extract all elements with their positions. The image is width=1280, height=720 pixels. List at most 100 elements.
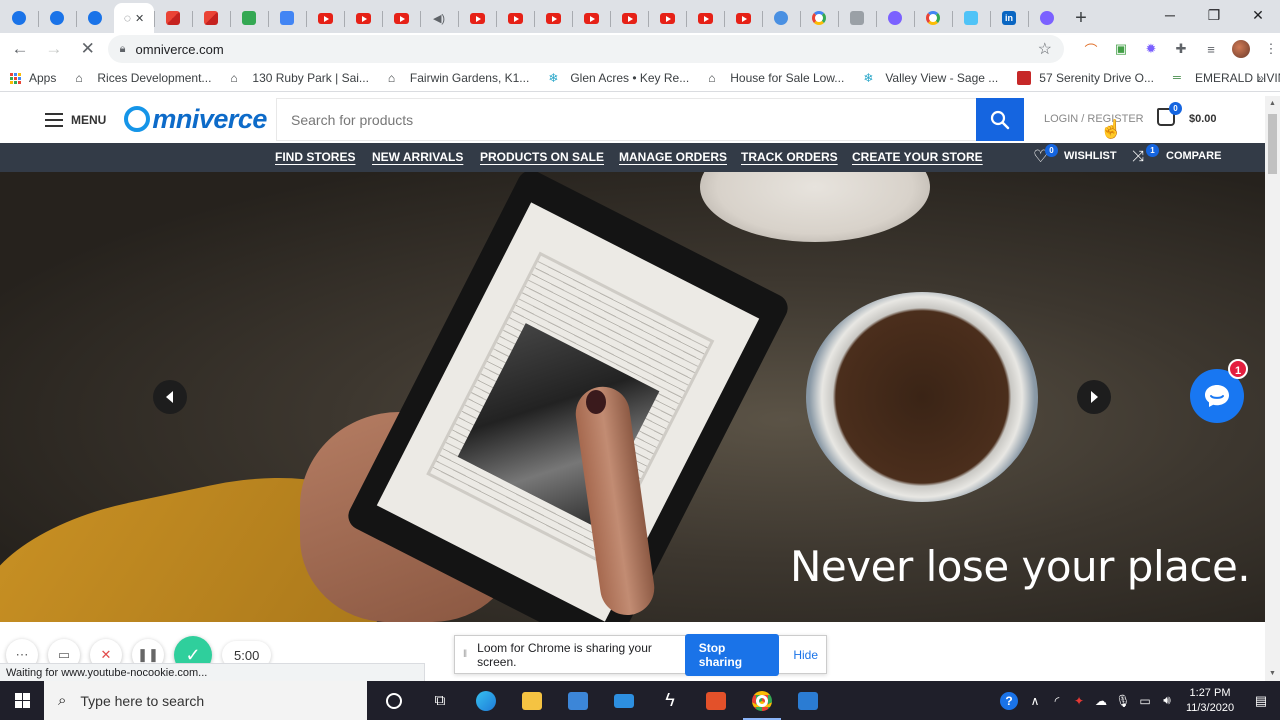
scroll-thumb[interactable] xyxy=(1268,114,1277,174)
lightning-app-button[interactable]: ϟ xyxy=(647,681,693,720)
file-explorer-button[interactable] xyxy=(509,681,555,720)
notifications-icon[interactable]: ▤ xyxy=(1242,681,1280,720)
tab[interactable] xyxy=(762,3,800,33)
tab[interactable] xyxy=(306,3,344,33)
system-clock[interactable]: 1:27 PM 11/3/2020 xyxy=(1178,686,1242,716)
bookmark-apps[interactable]: Apps xyxy=(10,71,56,85)
bookmark-item[interactable]: ⌂ Rices Development... xyxy=(75,71,211,85)
tab[interactable] xyxy=(154,3,192,33)
extension-gear-icon[interactable]: ✹ xyxy=(1142,40,1160,58)
nav-track-orders[interactable]: TRACK ORDERS xyxy=(741,150,838,164)
cart-total[interactable]: $0.00 xyxy=(1189,113,1217,125)
nav-create-your-store[interactable]: CREATE YOUR STORE xyxy=(852,150,983,164)
scroll-up-arrow-icon[interactable]: ▲ xyxy=(1269,100,1276,107)
minimize-button[interactable]: ─ xyxy=(1148,0,1192,30)
office-button[interactable] xyxy=(693,681,739,720)
search-input[interactable] xyxy=(276,98,976,141)
store-button[interactable] xyxy=(555,681,601,720)
compare-shuffle-icon[interactable]: ⤨ 1 xyxy=(1132,144,1159,165)
tab[interactable] xyxy=(800,3,838,33)
tab[interactable] xyxy=(192,3,230,33)
scroll-down-arrow-icon[interactable]: ▼ xyxy=(1269,670,1276,677)
cortana-button[interactable] xyxy=(371,681,417,720)
address-bar[interactable]: 🔒︎ omniverce.com ☆ xyxy=(107,35,1064,63)
close-tab-icon[interactable]: ✕ xyxy=(135,12,144,25)
wifi-icon[interactable]: ◜ xyxy=(1046,681,1068,720)
menu-button[interactable]: MENU xyxy=(45,112,106,127)
tab[interactable] xyxy=(648,3,686,33)
bookmark-item[interactable]: ⌂ House for Sale Low... xyxy=(708,71,844,85)
bookmark-star-icon[interactable]: ☆ xyxy=(1038,39,1052,59)
lock-icon[interactable]: 🔒︎ xyxy=(120,43,126,56)
tab[interactable] xyxy=(952,3,990,33)
tab[interactable]: in xyxy=(990,3,1028,33)
tray-app-icon[interactable]: ✦ xyxy=(1068,681,1090,720)
nav-find-stores[interactable]: FIND STORES xyxy=(275,150,355,164)
reading-list-icon[interactable]: ≡ xyxy=(1202,40,1220,58)
login-register-link[interactable]: LOGIN / REGISTER xyxy=(1044,113,1144,125)
battery-icon[interactable]: ▭ xyxy=(1134,681,1156,720)
cloud-icon[interactable]: ☁ xyxy=(1090,681,1112,720)
bookmark-item[interactable]: ❄ Glen Acres • Key Re... xyxy=(548,71,689,85)
edge-button[interactable] xyxy=(463,681,509,720)
tab[interactable] xyxy=(914,3,952,33)
tab[interactable] xyxy=(838,3,876,33)
hide-button[interactable]: Hide xyxy=(793,648,818,662)
tab[interactable] xyxy=(38,3,76,33)
tab[interactable] xyxy=(76,3,114,33)
tab[interactable] xyxy=(610,3,648,33)
slider-next-button[interactable] xyxy=(1077,380,1111,414)
tab-active[interactable]: ◌ ✕ xyxy=(114,3,154,33)
chrome-menu-icon[interactable]: ⋮ xyxy=(1262,40,1280,58)
tab[interactable] xyxy=(382,3,420,33)
network-app-icon[interactable]: ∧ xyxy=(1024,681,1046,720)
start-button[interactable] xyxy=(0,681,44,720)
chrome-button[interactable] xyxy=(739,681,785,720)
cart-icon[interactable]: 0 xyxy=(1157,102,1182,126)
bookmark-item[interactable]: 57 Serenity Drive O... xyxy=(1017,71,1154,85)
tab[interactable]: ◀) xyxy=(420,3,458,33)
volume-icon[interactable]: 🔊︎ xyxy=(1156,681,1178,720)
bookmark-item[interactable]: ❄ Valley View - Sage ... xyxy=(863,71,998,85)
task-view-button[interactable]: ⧉ xyxy=(417,681,463,720)
slider-prev-button[interactable] xyxy=(153,380,187,414)
hero-slider[interactable]: Never lose your place. 1 xyxy=(0,172,1265,622)
taskbar-search[interactable]: ⌕ Type here to search xyxy=(44,681,367,720)
nav-manage-orders[interactable]: MANAGE ORDERS xyxy=(619,150,727,164)
tab[interactable] xyxy=(230,3,268,33)
tab[interactable] xyxy=(458,3,496,33)
tab[interactable] xyxy=(496,3,534,33)
drag-handle-icon[interactable]: ‖ xyxy=(463,649,467,660)
profile-avatar[interactable] xyxy=(1232,40,1250,58)
more-bookmarks-icon[interactable]: » xyxy=(1257,71,1264,85)
mail-button[interactable] xyxy=(601,681,647,720)
word-button[interactable] xyxy=(785,681,831,720)
back-button[interactable]: ← xyxy=(6,35,34,63)
microphone-icon[interactable]: 🎙︎ xyxy=(1112,681,1134,720)
nav-products-on-sale[interactable]: PRODUCTS ON SALE xyxy=(480,150,604,164)
stop-sharing-button[interactable]: Stop sharing xyxy=(684,633,780,676)
tab[interactable] xyxy=(0,3,38,33)
wishlist-heart-icon[interactable]: ♡ 0 xyxy=(1033,144,1058,165)
help-icon[interactable]: ? xyxy=(994,681,1024,720)
close-window-button[interactable]: ✕ xyxy=(1236,0,1280,30)
extension-rainbow-icon[interactable]: ⌒ xyxy=(1082,40,1100,58)
search-button[interactable] xyxy=(976,98,1024,141)
tab[interactable] xyxy=(268,3,306,33)
tab[interactable] xyxy=(1028,3,1066,33)
chat-widget-button[interactable]: 1 xyxy=(1190,359,1248,423)
tab[interactable] xyxy=(534,3,572,33)
maximize-button[interactable]: ❐ xyxy=(1192,0,1236,30)
site-logo[interactable]: mniverce xyxy=(124,104,267,135)
nav-new-arrivals[interactable]: NEW ARRIVALS xyxy=(372,150,463,164)
compare-link[interactable]: COMPARE xyxy=(1166,150,1221,162)
bookmark-item[interactable]: ⌂ 130 Ruby Park | Sai... xyxy=(230,71,369,85)
extensions-puzzle-icon[interactable]: ✚ xyxy=(1172,40,1190,58)
page-scrollbar[interactable]: ▲ ▼ xyxy=(1265,96,1280,681)
forward-button[interactable]: → xyxy=(40,35,68,63)
tab[interactable] xyxy=(876,3,914,33)
tab[interactable] xyxy=(344,3,382,33)
bookmark-item[interactable]: ⌂ Fairwin Gardens, K1... xyxy=(388,71,529,85)
extension-image-icon[interactable]: ▣ xyxy=(1112,40,1130,58)
stop-loading-button[interactable]: ✕ xyxy=(74,35,102,63)
